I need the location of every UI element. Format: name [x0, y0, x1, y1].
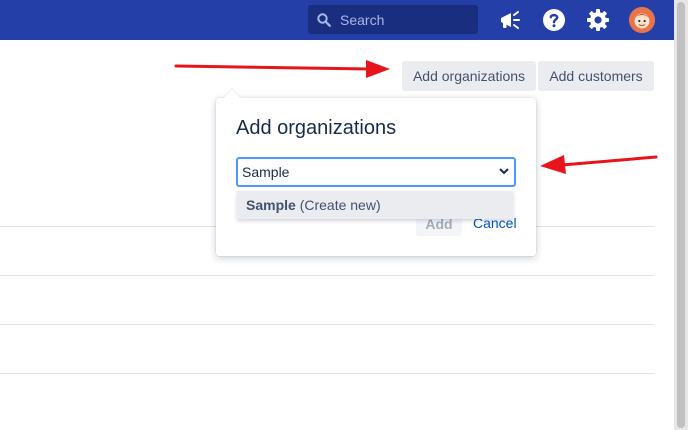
- option-suffix: (Create new): [295, 197, 381, 213]
- add-customers-button[interactable]: Add customers: [538, 61, 654, 91]
- popup-title: Add organizations: [236, 117, 397, 139]
- vertical-scrollbar[interactable]: [674, 0, 688, 430]
- annotation-arrow-left-icon: [540, 155, 658, 174]
- table-row-divider: [0, 324, 654, 325]
- create-new-option[interactable]: Sample (Create new): [246, 197, 381, 213]
- organization-select[interactable]: [236, 157, 516, 187]
- table-row-divider: [0, 275, 654, 276]
- avatar[interactable]: [629, 7, 655, 33]
- search-icon: [317, 13, 331, 27]
- announcement-icon[interactable]: [498, 8, 522, 32]
- settings-icon[interactable]: [586, 8, 610, 32]
- organization-suggestion-list: Sample (Create new): [237, 191, 513, 219]
- top-navigation-bar: [0, 0, 674, 40]
- search-input[interactable]: [340, 5, 470, 34]
- chevron-down-icon[interactable]: [499, 168, 509, 175]
- table-row-divider: [0, 373, 654, 374]
- annotation-arrow-right-icon: [174, 60, 390, 78]
- add-organizations-popup: Add organizations Add Cancel: [216, 98, 536, 256]
- help-icon[interactable]: [542, 8, 566, 32]
- add-organizations-button[interactable]: Add organizations: [402, 61, 536, 91]
- search-box[interactable]: [308, 5, 478, 34]
- scrollbar-thumb[interactable]: [677, 2, 685, 428]
- option-name: Sample: [246, 197, 296, 213]
- organization-field-input[interactable]: [242, 159, 492, 185]
